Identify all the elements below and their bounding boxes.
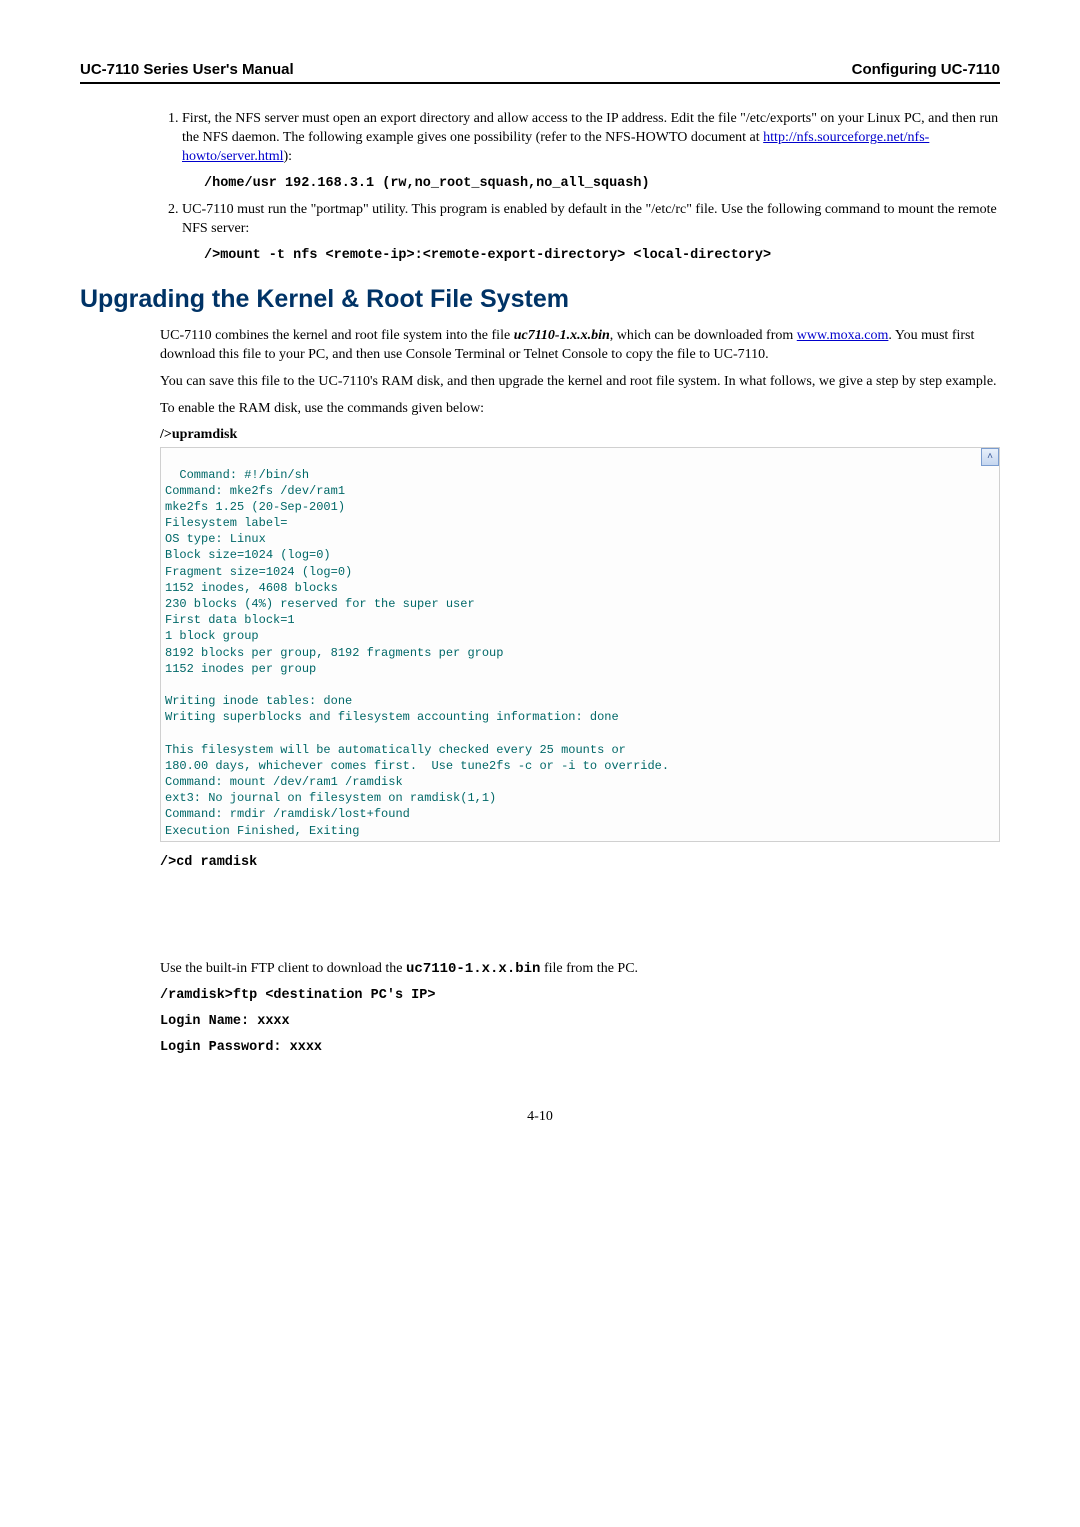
p4-a: Use the built-in FTP client to download … <box>160 961 406 976</box>
p4-file: uc7110-1.x.x.bin <box>406 961 540 977</box>
p4-b: file from the PC. <box>540 961 638 976</box>
spacer <box>80 872 1000 952</box>
list-item-1: First, the NFS server must open an expor… <box>182 110 1000 193</box>
header-left: UC-7110 Series User's Manual <box>80 60 294 80</box>
cmd-cd-ramdisk: />cd ramdisk <box>160 854 1000 872</box>
p1-a: UC-7110 combines the kernel and root fil… <box>160 328 514 343</box>
header-right: Configuring UC-7110 <box>852 60 1000 80</box>
scroll-up-arrow[interactable]: ˄ <box>981 448 999 466</box>
list-item-2: UC-7110 must run the "portmap" utility. … <box>182 201 1000 265</box>
li1-code: /home/usr 192.168.3.1 (rw,no_root_squash… <box>204 175 1000 193</box>
moxa-link[interactable]: www.moxa.com <box>797 328 889 343</box>
li2-text: UC-7110 must run the "portmap" utility. … <box>182 202 997 236</box>
paragraph-3: To enable the RAM disk, use the commands… <box>160 400 1000 419</box>
page-number: 4-10 <box>80 1108 1000 1127</box>
section-heading: Upgrading the Kernel & Root File System <box>80 283 1000 317</box>
p1-file: uc7110-1.x.x.bin <box>514 328 610 343</box>
numbered-list: First, the NFS server must open an expor… <box>160 110 1000 265</box>
ftp-cmd: /ramdisk>ftp <destination PC's IP> <box>160 987 1000 1005</box>
paragraph-1: UC-7110 combines the kernel and root fil… <box>160 327 1000 365</box>
paragraph-4: Use the built-in FTP client to download … <box>160 960 1000 979</box>
li2-code: />mount -t nfs <remote-ip>:<remote-expor… <box>204 247 1000 265</box>
paragraph-2: You can save this file to the UC-7110's … <box>160 373 1000 392</box>
page-header: UC-7110 Series User's Manual Configuring… <box>80 60 1000 84</box>
login-name: Login Name: xxxx <box>160 1013 1000 1031</box>
cmd-upramdisk: />upramdisk <box>160 426 1000 445</box>
p1-b: , which can be downloaded from <box>610 328 797 343</box>
terminal-text: Command: #!/bin/sh Command: mke2fs /dev/… <box>165 468 669 838</box>
terminal-output: ˄ Command: #!/bin/sh Command: mke2fs /dev… <box>160 447 1000 842</box>
li1-text-b: ): <box>284 149 293 164</box>
login-password: Login Password: xxxx <box>160 1039 1000 1057</box>
